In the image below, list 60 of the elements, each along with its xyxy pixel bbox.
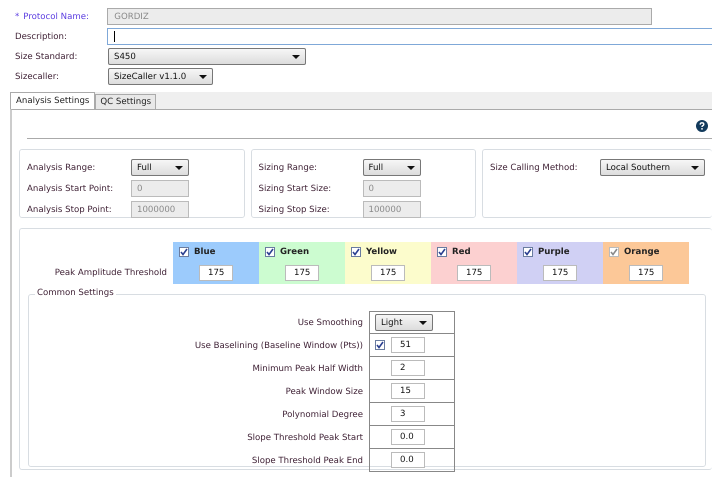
number-field[interactable]: 15: [391, 383, 425, 399]
number-field[interactable]: 0.0: [391, 452, 425, 468]
field-label: Use Baselining (Baseline Window (Pts)): [194, 340, 364, 352]
field-label: Sizecaller:: [15, 72, 60, 82]
field-label: Polynomial Degree: [281, 408, 364, 422]
channel-name: Purple: [538, 246, 570, 256]
field-label: Use Smoothing: [296, 316, 364, 330]
tab[interactable]: Analysis Settings: [10, 92, 96, 109]
dropdown[interactable]: Full: [362, 159, 420, 176]
checkbox[interactable]: [351, 246, 361, 256]
field-label: Description:: [15, 32, 68, 42]
dropdown[interactable]: SizeCaller v1.1.0: [108, 68, 213, 85]
field-label: Peak Window Size: [284, 386, 364, 398]
checkbox[interactable]: [437, 246, 447, 256]
caret-icon: [175, 166, 183, 170]
field-label: Protocol Name:: [23, 12, 90, 22]
group-title: Common Settings: [35, 288, 116, 298]
dropdown[interactable]: Light: [375, 314, 433, 331]
required-mark: *: [15, 12, 20, 22]
number-field[interactable]: 175: [199, 264, 233, 280]
field-label: Analysis Start Point:: [27, 184, 114, 194]
text-field[interactable]: [107, 28, 712, 45]
field-label: Sizing Range:: [258, 162, 318, 172]
number-field[interactable]: 51: [391, 337, 425, 353]
channel-name: Yellow: [366, 246, 397, 256]
checkbox[interactable]: [375, 340, 385, 350]
field-label: Analysis Range:: [27, 162, 96, 172]
channel-name: Orange: [624, 246, 660, 256]
dropdown[interactable]: Full: [131, 159, 189, 176]
number-field[interactable]: 0.0: [391, 429, 425, 445]
number-field[interactable]: 175: [457, 264, 491, 280]
number-field[interactable]: 3: [391, 406, 425, 422]
channel-name: Blue: [194, 246, 216, 256]
checkbox[interactable]: [265, 246, 275, 256]
field-label: Sizing Stop Size:: [258, 204, 331, 214]
number-field[interactable]: 175: [285, 264, 319, 280]
field-label: Size Standard:: [15, 52, 78, 62]
checkbox[interactable]: [523, 246, 533, 256]
caret-icon: [691, 166, 699, 170]
caret-icon: [199, 74, 207, 78]
field-label: Minimum Peak Half Width: [251, 362, 364, 376]
caret-icon: [292, 54, 300, 58]
field-label: Sizing Start Size:: [258, 184, 332, 194]
caret-icon: [406, 166, 414, 170]
field-label: Size Calling Method:: [490, 162, 579, 172]
number-field[interactable]: 175: [371, 264, 405, 280]
dropdown[interactable]: S450: [108, 48, 306, 65]
help-icon[interactable]: [696, 120, 708, 132]
field-label: Analysis Stop Point:: [27, 204, 113, 214]
channel-name: Red: [452, 246, 471, 256]
row-label: Peak Amplitude Threshold: [54, 268, 168, 278]
tab[interactable]: QC Settings: [95, 94, 156, 109]
number-field[interactable]: 175: [543, 264, 577, 280]
field-label: Slope Threshold Peak Start: [246, 432, 364, 444]
number-field[interactable]: 2: [391, 360, 425, 376]
checkbox[interactable]: [179, 246, 189, 256]
caret-icon: [419, 320, 427, 324]
channel-name: Green: [280, 246, 310, 256]
dropdown[interactable]: Local Southern: [600, 159, 705, 176]
field-label: Slope Threshold Peak End: [250, 454, 364, 468]
